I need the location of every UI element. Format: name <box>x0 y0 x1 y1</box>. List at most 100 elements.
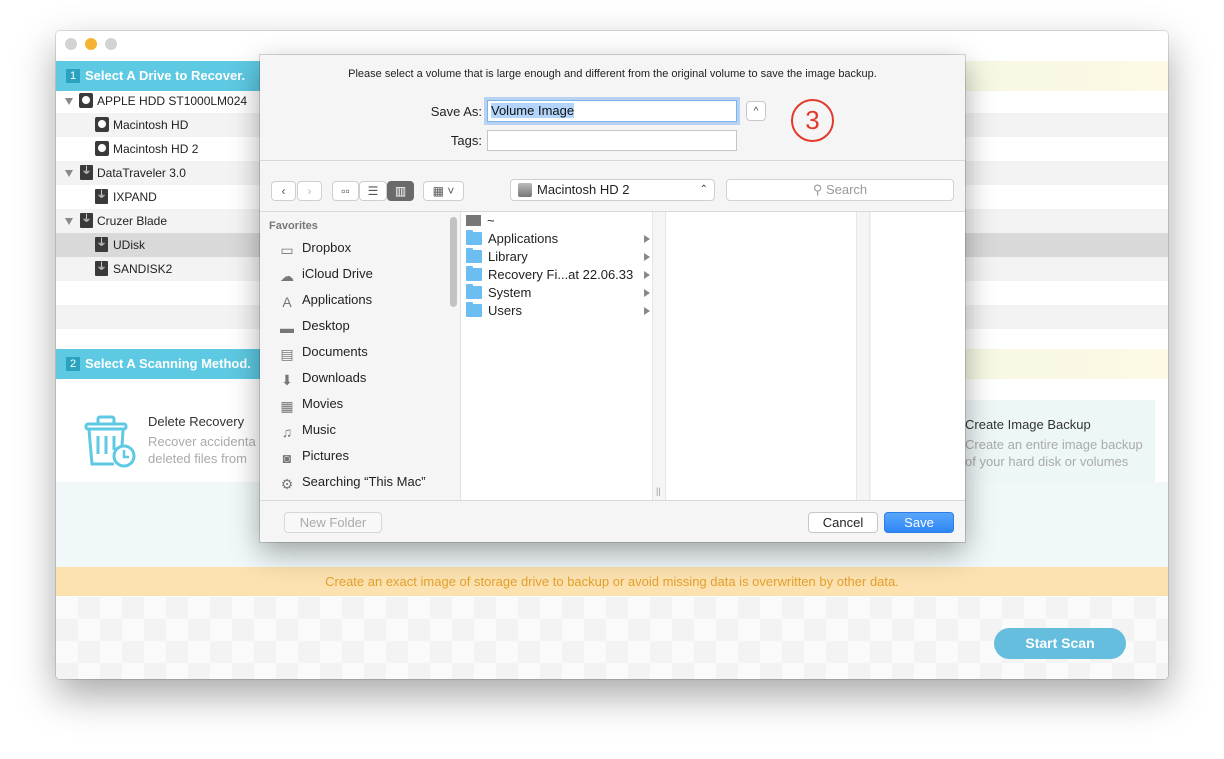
sidebar-item-icloud-drive[interactable]: ☁ iCloud Drive <box>277 263 373 285</box>
hard-drive-icon <box>95 141 109 156</box>
disk-icon <box>466 215 481 226</box>
sidebar-scrollbar[interactable] <box>450 217 457 307</box>
step-number: 1 <box>66 69 80 83</box>
cancel-button[interactable]: Cancel <box>808 512 878 533</box>
hard-drive-icon <box>518 183 532 197</box>
dialog-message: Please select a volume that is large eno… <box>348 68 877 80</box>
hard-drive-icon <box>95 117 109 132</box>
divider <box>260 160 965 161</box>
downloads-icon: ⬇ <box>281 372 293 388</box>
sidebar-item-documents[interactable]: ▤ Documents <box>277 341 367 363</box>
forward-button[interactable]: › <box>297 181 322 201</box>
movies-icon: ▦ <box>280 398 294 414</box>
drive-label: UDisk <box>113 238 145 252</box>
save-dialog: Please select a volume that is large eno… <box>260 55 965 542</box>
sidebar-item-downloads[interactable]: ⬇ Downloads <box>277 367 366 389</box>
tags-input[interactable] <box>487 130 737 151</box>
sidebar-item-desktop[interactable]: ▬ Desktop <box>277 315 350 337</box>
section-title: Select A Drive to Recover. <box>85 68 246 83</box>
file-column-3 <box>871 212 965 500</box>
documents-icon: ▤ <box>280 346 294 362</box>
save-as-label: Save As: <box>430 104 482 119</box>
hard-drive-icon <box>79 93 93 108</box>
desktop-icon: ▬ <box>280 320 294 336</box>
file-item-users[interactable]: Users <box>466 302 652 320</box>
delete-recovery-option[interactable]: Delete Recovery Recover accidenta deleted… <box>148 414 256 467</box>
sidebar-item-pictures[interactable]: ◙ Pictures <box>277 445 349 467</box>
cloud-icon: ☁ <box>280 268 294 284</box>
drive-label: Macintosh HD 2 <box>113 142 199 156</box>
sidebar-item-movies[interactable]: ▦ Movies <box>277 393 343 415</box>
column-view-button[interactable]: ▥ <box>387 181 414 201</box>
disclosure-triangle-icon[interactable] <box>65 98 73 105</box>
drive-label: IXPAND <box>113 190 157 204</box>
drive-label: APPLE HDD ST1000LM024 <box>97 94 248 108</box>
usb-drive-icon: ⏚ <box>80 165 93 180</box>
new-folder-button[interactable]: New Folder <box>284 512 382 533</box>
method-description: Create an entire image backup of your har… <box>965 437 1143 469</box>
method-title: Delete Recovery <box>148 414 245 429</box>
usb-drive-icon: ⏚ <box>95 261 108 276</box>
favorites-header: Favorites <box>269 220 318 232</box>
step-badge: 3 <box>791 99 834 142</box>
sidebar-item-searching-this-mac[interactable]: ⚙ Searching “This Mac” <box>277 471 426 493</box>
sidebar-item-music[interactable]: ♫ Music <box>277 419 336 441</box>
disclosure-triangle-icon[interactable] <box>65 218 73 225</box>
expand-dialog-button[interactable]: ^ <box>746 101 766 121</box>
column-resize-handle[interactable]: || <box>656 486 661 496</box>
search-input[interactable]: ⚲ Search <box>726 179 954 201</box>
section-title: Select A Scanning Method. <box>85 356 251 371</box>
search-icon: ⚲ <box>812 182 826 197</box>
file-column-2 <box>666 212 856 500</box>
folder-icon <box>466 248 482 263</box>
column-divider[interactable] <box>652 212 666 500</box>
chevron-right-icon <box>644 289 650 297</box>
start-scan-button[interactable]: Start Scan <box>994 628 1126 659</box>
divider <box>260 500 965 501</box>
folder-icon <box>466 284 482 299</box>
column-divider[interactable] <box>856 212 870 500</box>
close-window-button[interactable] <box>65 38 77 50</box>
tags-label: Tags: <box>450 133 482 148</box>
camera-icon: ◙ <box>282 450 292 466</box>
chevron-right-icon <box>644 271 650 279</box>
drive-label: Macintosh HD <box>113 118 189 132</box>
drive-label: DataTraveler 3.0 <box>97 166 186 180</box>
disclosure-triangle-icon[interactable] <box>65 170 73 177</box>
sidebar-item-dropbox[interactable]: ▭ Dropbox <box>277 237 351 259</box>
usb-drive-icon: ⏚ <box>95 237 108 252</box>
file-item-recovery-files[interactable]: Recovery Fi...at 22.06.33 <box>466 266 652 284</box>
drive-label: SANDISK2 <box>113 262 173 276</box>
chevron-right-icon <box>644 235 650 243</box>
file-item-system[interactable]: System <box>466 284 652 302</box>
group-by-button[interactable]: ▦ ˅ <box>423 181 464 201</box>
chevron-right-icon <box>644 253 650 261</box>
trash-clock-icon <box>80 414 138 475</box>
usb-drive-icon: ⏚ <box>80 213 93 228</box>
save-button[interactable]: Save <box>884 512 954 533</box>
file-item-applications[interactable]: Applications <box>466 230 652 248</box>
minimize-window-button[interactable] <box>85 38 97 50</box>
back-button[interactable]: ‹ <box>271 181 296 201</box>
drive-label: Cruzer Blade <box>97 214 168 228</box>
gear-icon: ⚙ <box>280 476 294 492</box>
maximize-window-button[interactable] <box>105 38 117 50</box>
save-as-input[interactable]: Volume Image <box>487 100 737 122</box>
icon-view-button[interactable]: ▫▫ <box>332 181 359 201</box>
folder-icon <box>466 266 482 281</box>
file-item-library[interactable]: Library <box>466 248 652 266</box>
usb-drive-icon: ⏚ <box>95 189 108 204</box>
create-image-backup-option[interactable]: Create Image Backup Create an entire ima… <box>965 417 1143 470</box>
method-description: Recover accidenta deleted files from <box>148 434 256 466</box>
method-title: Create Image Backup <box>965 417 1091 432</box>
music-icon: ♫ <box>281 424 293 440</box>
updown-chevron-icon: ⌃ <box>699 184 708 195</box>
folder-icon: ▭ <box>280 242 294 258</box>
file-item-home[interactable]: ~ <box>466 212 652 230</box>
location-popup[interactable]: Macintosh HD 2 ⌃ <box>510 179 715 201</box>
chevron-right-icon <box>644 307 650 315</box>
step-number: 2 <box>66 357 80 371</box>
folder-icon <box>466 302 482 317</box>
sidebar-item-applications[interactable]: A Applications <box>277 289 372 311</box>
list-view-button[interactable]: ☰ <box>359 181 387 201</box>
